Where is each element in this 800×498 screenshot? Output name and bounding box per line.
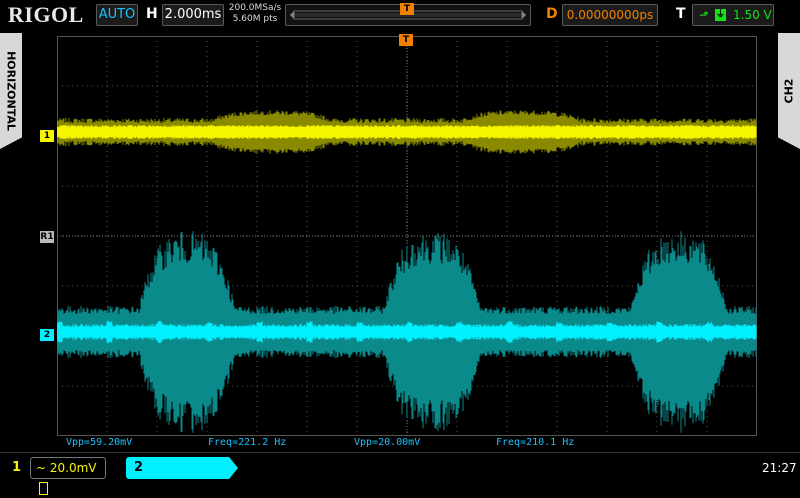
channel-status-bar: 1 ~ 20.0mV 2 ~ 20.0mV 21:27 [0, 452, 800, 495]
memory-depth: 5.60M pts [232, 14, 278, 24]
measurement-ch2-freq: Freq=210.1 Hz [496, 437, 575, 448]
memory-overview-strip[interactable]: T [285, 3, 531, 26]
top-status-bar: RIGOL AUTO H 2.000ms 200.0MSa/s 5.60M pt… [0, 0, 800, 32]
ch2-coupling-icon: ~ [146, 481, 157, 495]
ch2-settings-inner: ~ 20.0mV [142, 479, 226, 497]
delay-value[interactable]: 0.00000000ps [562, 4, 658, 26]
horizontal-tab-label: HORIZONTAL [4, 51, 18, 131]
horizontal-menu-tab[interactable]: HORIZONTAL [0, 33, 22, 149]
trigger-top-marker[interactable]: T [399, 34, 413, 46]
measurement-ch1-freq: Freq=221.2 Hz [208, 437, 287, 448]
ch1-scale: 20.0mV [49, 461, 97, 475]
ch2-scale: 20.0mV [159, 481, 207, 495]
ref-marker[interactable]: R1 [40, 231, 54, 243]
delay-label: D [546, 6, 558, 22]
ch1-marker[interactable]: 1 [40, 130, 54, 142]
ch1-coupling-icon: ~ [36, 461, 47, 475]
ch2-menu-tab[interactable]: CH2 [778, 33, 800, 149]
ch2-bandwidth-icon [213, 482, 222, 495]
ch1-bandwidth-icon [39, 482, 48, 495]
sample-rate-info: 200.0MSa/s 5.60M pts [228, 3, 282, 25]
trigger-position-marker: T [400, 3, 414, 15]
trigger-level: 1.50 V [733, 8, 772, 22]
waveform-svg [56, 36, 757, 436]
measurement-ch1-vpp: Vpp=59.20mV [66, 437, 133, 448]
measurement-ch2-vpp: Vpp=20.00mV [354, 437, 421, 448]
horizontal-label: H [146, 6, 158, 22]
channel-source-icon: ⏚ [715, 9, 726, 21]
rising-edge-icon: ⬏ [699, 8, 710, 22]
ch2-tab-label: CH2 [782, 78, 796, 104]
brand-logo: RIGOL [8, 2, 84, 27]
ch2-settings[interactable]: 2 ~ 20.0mV [126, 457, 238, 479]
ch1-number: 1 [12, 460, 22, 475]
sample-rate: 200.0MSa/s [228, 3, 282, 13]
ch2-marker[interactable]: 2 [40, 329, 54, 341]
ch1-trace [56, 125, 757, 139]
waveform-display[interactable] [56, 36, 757, 436]
ch2-number: 2 [134, 460, 144, 475]
clock: 21:27 [762, 461, 797, 475]
ch1-settings[interactable]: ~ 20.0mV [30, 457, 106, 495]
trigger-settings[interactable]: ⬏ ⏚ 1.50 V [692, 4, 774, 26]
trigger-label: T [676, 6, 686, 22]
run-mode-badge[interactable]: AUTO [96, 4, 138, 26]
timebase-value[interactable]: 2.000ms [162, 4, 224, 26]
